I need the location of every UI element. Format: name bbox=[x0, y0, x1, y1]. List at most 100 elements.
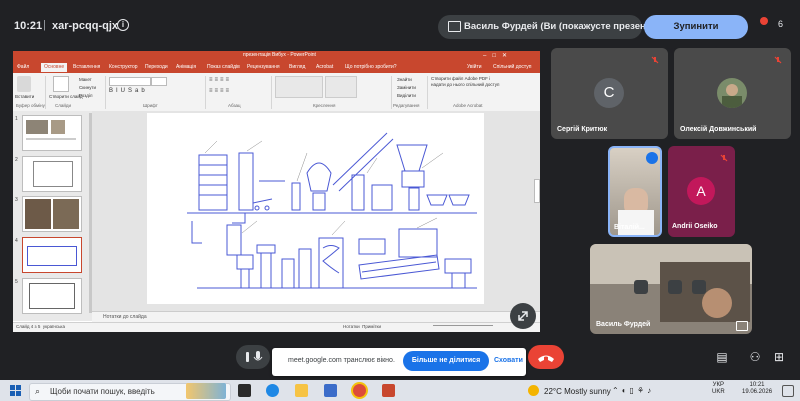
participant-name: Василь Фурдей bbox=[596, 321, 651, 328]
tab-transitions[interactable]: Переходи bbox=[145, 64, 168, 70]
mic-button[interactable] bbox=[236, 345, 270, 369]
quick-styles[interactable] bbox=[325, 76, 357, 98]
slide-thumbnail[interactable] bbox=[22, 156, 82, 192]
mic-icon bbox=[246, 351, 263, 362]
participant-tile-speaking[interactable]: Віталій... bbox=[608, 146, 662, 237]
ppt-window-title: презентація Вибух - PowerPoint bbox=[243, 52, 316, 58]
share-link[interactable]: Спільний доступ bbox=[493, 64, 531, 70]
paste-icon[interactable] bbox=[17, 76, 31, 92]
self-view-tile[interactable]: Василь Фурдей bbox=[590, 244, 752, 334]
slide-thumbnail[interactable] bbox=[22, 196, 82, 232]
font-format-buttons[interactable]: BIUSab bbox=[109, 88, 199, 96]
group-acrobat: Adobe Acrobat bbox=[453, 103, 483, 108]
taskbar-clock[interactable]: 10:21 19.06.2026 bbox=[742, 382, 772, 396]
section-button[interactable]: Розділ bbox=[79, 93, 92, 98]
slide-thumbnail[interactable] bbox=[22, 278, 82, 314]
shapes-gallery[interactable] bbox=[275, 76, 323, 98]
window-controls[interactable]: –□✕ bbox=[483, 52, 513, 59]
tab-file[interactable]: Файл bbox=[17, 64, 29, 70]
comments-toggle-label[interactable]: Примітки bbox=[362, 324, 381, 329]
slide-number: 1 bbox=[15, 116, 18, 122]
meeting-clock: 10:21 bbox=[14, 20, 43, 32]
chrome-icon[interactable] bbox=[353, 384, 366, 397]
meeting-code: xar-pcqq-qjx bbox=[52, 20, 119, 32]
participant-tile[interactable]: A Andrii Oseiko bbox=[668, 146, 735, 237]
paste-label[interactable]: Вставити bbox=[15, 94, 34, 99]
hide-toast-button[interactable]: Сховати bbox=[494, 357, 523, 364]
layout-button[interactable]: Макет bbox=[79, 77, 92, 82]
slide-thumbnails-pane: 1 2 3 4 5 bbox=[13, 111, 92, 321]
mic-off-icon bbox=[774, 56, 782, 64]
new-slide-label[interactable]: Створити слайд bbox=[49, 94, 83, 99]
system-tray-icons[interactable]: ⌃◐▯⚘♪ bbox=[612, 386, 654, 395]
notifications-icon[interactable] bbox=[782, 385, 794, 397]
windows-start-icon[interactable] bbox=[10, 385, 21, 396]
slide-thumbnail[interactable] bbox=[22, 115, 82, 151]
file-explorer-icon[interactable] bbox=[295, 384, 308, 397]
participant-tile[interactable]: C Сергій Критюк bbox=[551, 48, 668, 139]
current-slide[interactable] bbox=[147, 113, 484, 304]
end-call-button[interactable] bbox=[528, 345, 564, 369]
tell-me-search[interactable]: Що потрібно зробити? bbox=[345, 64, 397, 70]
store-icon[interactable] bbox=[324, 384, 337, 397]
chat-icon[interactable]: ▤ bbox=[715, 350, 729, 364]
status-slide-info: Слайд 4 з 5 українська bbox=[16, 324, 65, 329]
reset-button[interactable]: Скинути bbox=[79, 85, 96, 90]
slide-counter: Слайд 4 з 5 bbox=[16, 324, 41, 329]
tab-review[interactable]: Рецензування bbox=[247, 64, 280, 70]
alignment-buttons[interactable]: ≡≡≡≡ bbox=[209, 88, 269, 96]
task-view-icon[interactable] bbox=[238, 384, 251, 397]
slide-thumbnail-active[interactable] bbox=[22, 237, 82, 273]
sign-in-link[interactable]: Увійти bbox=[467, 64, 482, 70]
mic-off-icon bbox=[651, 56, 659, 64]
adobe-pdf-button[interactable]: Створити файл Adobe PDF і надати до ньог… bbox=[431, 76, 501, 100]
font-name-select[interactable] bbox=[109, 77, 151, 86]
slide-number: 5 bbox=[15, 279, 18, 285]
fullscreen-button[interactable] bbox=[510, 303, 536, 329]
mic-off-icon bbox=[720, 154, 728, 162]
ribbon-divider bbox=[205, 76, 206, 109]
group-font: Шрифт bbox=[143, 103, 158, 108]
paragraph-buttons[interactable]: ≡≡≡≡ bbox=[209, 77, 269, 85]
tab-acrobat[interactable]: Acrobat bbox=[316, 64, 333, 70]
activities-icon[interactable]: ⊞ bbox=[772, 350, 786, 364]
more-options-icon[interactable] bbox=[692, 280, 706, 294]
present-screen-icon bbox=[448, 21, 461, 32]
ppt-status-bar bbox=[13, 322, 540, 332]
stop-sharing-button[interactable]: Більше не ділитися bbox=[403, 351, 489, 371]
avatar bbox=[717, 78, 747, 108]
notes-placeholder: Нотатки до слайда bbox=[103, 314, 147, 320]
find-button[interactable]: Знайти bbox=[397, 77, 412, 82]
notification-dot bbox=[760, 17, 768, 25]
edge-icon[interactable] bbox=[266, 384, 279, 397]
slide-scrollbar[interactable] bbox=[534, 179, 540, 203]
select-button[interactable]: Виділити bbox=[397, 93, 416, 98]
ribbon-divider bbox=[271, 76, 272, 109]
language-indicator[interactable]: УКР UKR bbox=[712, 382, 725, 396]
frame-icon[interactable] bbox=[668, 280, 682, 294]
status-notes-toggle[interactable]: Нотатки Примітки bbox=[343, 324, 381, 329]
tab-design[interactable]: Конструктор bbox=[109, 64, 138, 70]
tab-home[interactable]: Основне bbox=[41, 63, 68, 72]
tab-insert[interactable]: Вставлення bbox=[73, 64, 100, 70]
weather-widget[interactable]: 22°C Mostly sunny bbox=[544, 387, 611, 396]
pin-icon[interactable] bbox=[634, 280, 648, 294]
people-icon[interactable]: ⚇ bbox=[748, 350, 762, 364]
tab-slideshow[interactable]: Показ слайдів bbox=[207, 64, 240, 70]
minimize-self-icon[interactable] bbox=[736, 321, 748, 331]
font-size-select[interactable] bbox=[151, 77, 167, 86]
new-slide-icon[interactable] bbox=[53, 76, 69, 92]
group-slides: Слайди bbox=[55, 103, 72, 108]
tab-animations[interactable]: Анімація bbox=[176, 64, 196, 70]
participant-name: Сергій Критюк bbox=[557, 126, 608, 133]
zoom-slider[interactable] bbox=[433, 325, 493, 326]
participant-tile[interactable]: Олексій Довжинський bbox=[674, 48, 791, 139]
stop-presenting-button[interactable]: Зупинити презентацію bbox=[644, 15, 748, 56]
info-icon[interactable]: i bbox=[117, 19, 129, 31]
notes-toggle-label[interactable]: Нотатки bbox=[343, 324, 360, 329]
powerpoint-icon[interactable] bbox=[382, 384, 395, 397]
ribbon-divider bbox=[105, 76, 106, 109]
tab-view[interactable]: Вигляд bbox=[289, 64, 305, 70]
ppt-ribbon-tabs: Файл Основне Вставлення Конструктор Пере… bbox=[13, 62, 540, 73]
replace-button[interactable]: Замінити bbox=[397, 85, 416, 90]
